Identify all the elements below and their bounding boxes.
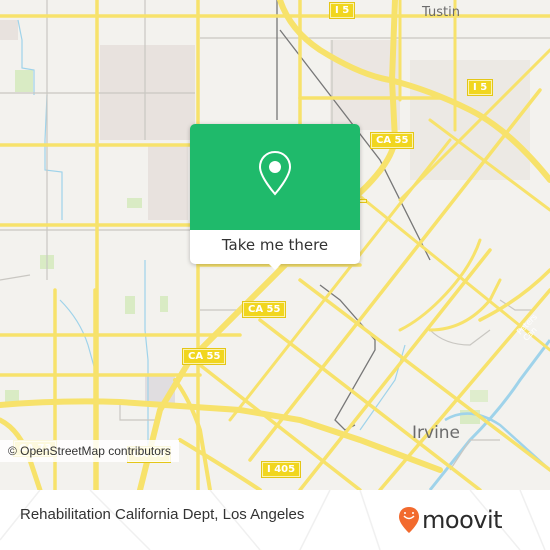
highway-shield-ca55: CA 55	[371, 133, 414, 148]
place-label-irvine: Irvine	[412, 423, 461, 443]
highway-shield-ca55: CA 55	[243, 302, 286, 317]
highway-shield-i5: I 5	[468, 80, 493, 95]
moovit-pin-icon	[399, 507, 419, 533]
map[interactable]: I 5 I 5 CA 55 CA 55 CA 55 CA 55 CA 73 I …	[0, 0, 550, 490]
place-label-tustin: Tustin	[422, 5, 460, 20]
highway-shield-i5: I 5	[330, 3, 355, 18]
location-pin-icon	[258, 150, 292, 196]
map-attribution[interactable]: © OpenStreetMap contributors	[0, 440, 179, 462]
popup-pointer	[267, 262, 283, 270]
moovit-logo[interactable]: moovit	[398, 502, 503, 538]
take-me-there-button[interactable]: Take me there	[190, 230, 360, 264]
footer: Rehabilitation California Dept, Los Ange…	[0, 490, 550, 550]
moovit-wordmark: moovit	[422, 506, 503, 534]
location-popup[interactable]: Take me there	[190, 124, 360, 270]
location-title: Rehabilitation California Dept, Los Ange…	[20, 506, 305, 523]
highway-shield-i405: I 405	[262, 462, 301, 477]
highway-shield-ca55: CA 55	[183, 349, 226, 364]
popup-header[interactable]	[190, 124, 360, 230]
